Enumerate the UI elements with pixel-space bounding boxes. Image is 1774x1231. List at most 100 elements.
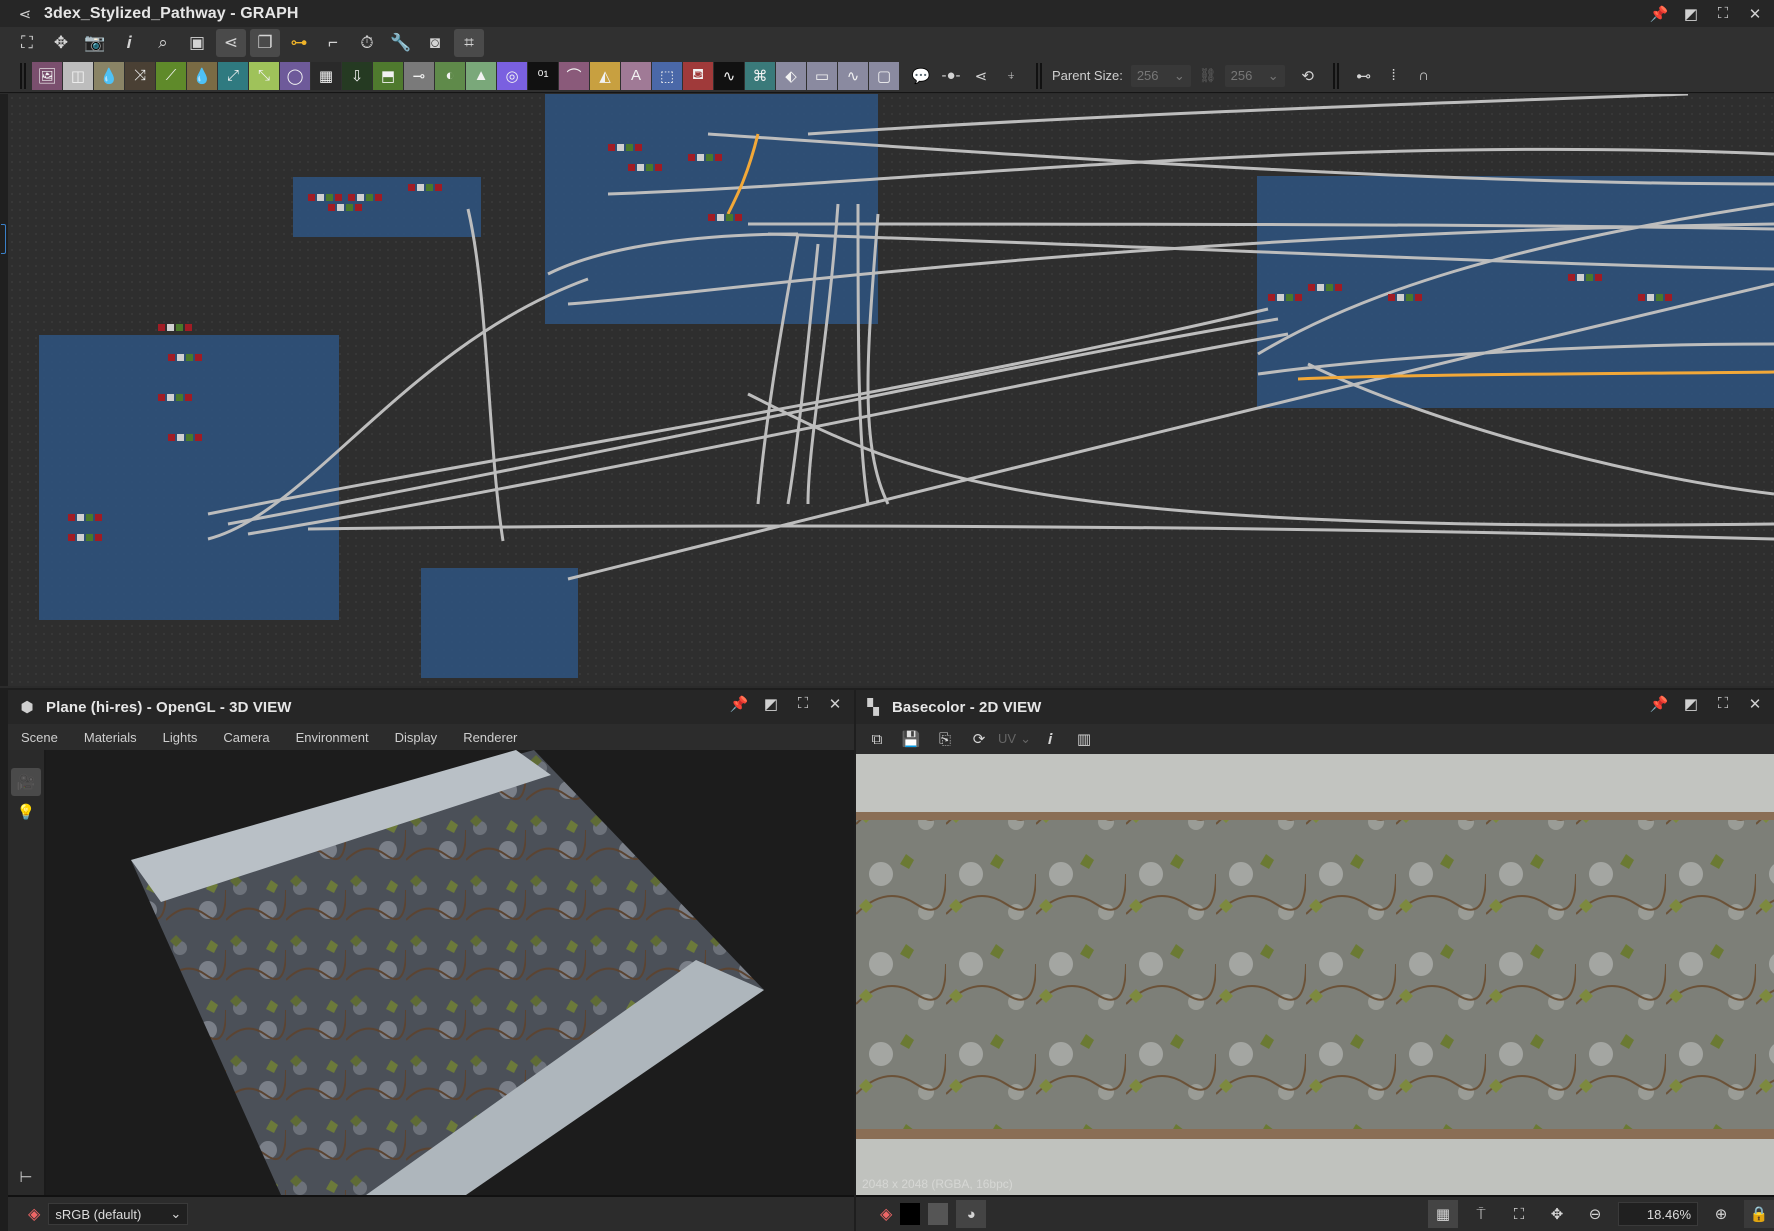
node-port[interactable]	[68, 514, 75, 521]
node-port[interactable]	[326, 194, 333, 201]
toolbar-grip[interactable]	[20, 62, 26, 89]
levels-icon[interactable]: 💧	[187, 61, 217, 90]
maximize-icon[interactable]: ⛶	[1714, 5, 1732, 23]
fill-value-icon[interactable]: ⬖	[776, 61, 806, 90]
curve-icon[interactable]: ⟋	[156, 61, 186, 90]
pin-icon[interactable]: 📌	[730, 695, 749, 713]
2d-viewport[interactable]: 2048 x 2048 (RGBA, 16bpc)	[856, 754, 1774, 1195]
node-port[interactable]	[1268, 294, 1275, 301]
node-port[interactable]	[317, 194, 324, 201]
node-port[interactable]	[426, 184, 433, 191]
node-port[interactable]	[177, 354, 184, 361]
node-port[interactable]	[357, 194, 364, 201]
channel-view-icon[interactable]: ◕	[956, 1200, 987, 1228]
maximize-icon[interactable]: ⛶	[1714, 695, 1732, 713]
node-port[interactable]	[328, 204, 335, 211]
node-port[interactable]	[375, 194, 382, 201]
timer-icon[interactable]: ⏱	[352, 29, 382, 57]
float-icon[interactable]: ◩	[1682, 695, 1700, 713]
node-port[interactable]	[628, 164, 635, 171]
comment-icon[interactable]: 💬	[906, 62, 936, 90]
node-port[interactable]	[195, 434, 202, 441]
align-horizontal-icon[interactable]: ⊷	[1349, 62, 1379, 90]
frames-icon[interactable]: ❐	[250, 29, 280, 57]
colorspace-select[interactable]: sRGB (default) ⌄	[48, 1203, 189, 1225]
node-port[interactable]	[706, 154, 713, 161]
node-port[interactable]	[408, 184, 415, 191]
node-port[interactable]	[348, 194, 355, 201]
close-icon[interactable]: ✕	[1746, 5, 1764, 23]
gradient-map-icon[interactable]: ⤡	[249, 61, 279, 90]
node-port[interactable]	[1568, 274, 1575, 281]
node-port[interactable]	[185, 394, 192, 401]
node-port[interactable]	[655, 164, 662, 171]
shape-icon[interactable]: ◯	[280, 61, 310, 90]
node-port[interactable]	[1656, 294, 1663, 301]
pin-node-icon[interactable]: ⍖	[996, 62, 1026, 90]
tools-wrench-icon[interactable]: 🔧	[386, 29, 416, 57]
light-bulb-icon[interactable]: 💡	[11, 798, 41, 826]
color-channels-icon[interactable]: ◈	[880, 1204, 892, 1224]
node-port[interactable]	[177, 434, 184, 441]
graph-canvas[interactable]	[8, 94, 1774, 686]
node-port[interactable]	[1397, 294, 1404, 301]
fill-icon[interactable]: ⛾	[683, 61, 713, 90]
node-port[interactable]	[77, 534, 84, 541]
node-port[interactable]	[1586, 274, 1593, 281]
copy-icon[interactable]: ⎘	[930, 725, 960, 753]
pixel-processor-icon[interactable]: ⊸	[404, 61, 434, 90]
node-port[interactable]	[186, 354, 193, 361]
gradient-value-icon[interactable]: ▭	[807, 61, 837, 90]
output-node-icon[interactable]: ⬒	[373, 61, 403, 90]
crop-icon[interactable]: ⬚	[652, 61, 682, 90]
pin-icon[interactable]: 📌	[1650, 5, 1669, 23]
tiling-icon[interactable]: ⍑	[1466, 1200, 1496, 1228]
node-port[interactable]	[68, 534, 75, 541]
node-port[interactable]	[158, 394, 165, 401]
tile-generator-icon[interactable]: ▦	[311, 61, 341, 90]
color-channels-icon[interactable]: ◈	[28, 1204, 40, 1224]
voronoi-icon[interactable]: ⌘	[745, 61, 775, 90]
node-port[interactable]	[1286, 294, 1293, 301]
node-port[interactable]	[1595, 274, 1602, 281]
noise-01-icon[interactable]: ⁰¹	[528, 61, 558, 90]
mirror-icon[interactable]: ◭	[590, 61, 620, 90]
parent-size-height-select[interactable]: 256 ⌄	[1224, 64, 1285, 87]
node-port[interactable]	[185, 324, 192, 331]
node-port[interactable]	[417, 184, 424, 191]
pin-icon[interactable]: 📌	[1650, 695, 1669, 713]
node-port[interactable]	[308, 194, 315, 201]
node-port[interactable]	[635, 144, 642, 151]
node-port[interactable]	[176, 394, 183, 401]
node-port[interactable]	[1388, 294, 1395, 301]
actual-size-icon[interactable]: ✥	[46, 29, 76, 57]
maximize-icon[interactable]: ⛶	[794, 695, 812, 713]
node-port[interactable]	[697, 154, 704, 161]
node-port[interactable]	[1335, 284, 1342, 291]
node-port[interactable]	[86, 534, 93, 541]
node-port[interactable]	[637, 164, 644, 171]
zoom-in-icon[interactable]: ⊕	[1706, 1200, 1736, 1228]
function-01-icon[interactable]: ∿	[714, 61, 744, 90]
input-node-icon[interactable]: ⇩	[342, 61, 372, 90]
gray-swatch[interactable]	[928, 1203, 949, 1225]
node-port[interactable]	[626, 144, 633, 151]
menu-renderer[interactable]: Renderer	[463, 730, 517, 745]
node-port[interactable]	[1277, 294, 1284, 301]
close-icon[interactable]: ✕	[826, 695, 844, 713]
node-port[interactable]	[158, 324, 165, 331]
node-port[interactable]	[186, 434, 193, 441]
align-vertical-icon[interactable]: ⁞	[1379, 62, 1409, 90]
menu-materials[interactable]: Materials	[84, 730, 137, 745]
link-icon[interactable]: ⛓	[1199, 67, 1217, 84]
align-nodes-icon[interactable]: ▣	[182, 29, 212, 57]
node-port[interactable]	[168, 434, 175, 441]
side-tab[interactable]	[1, 224, 6, 254]
float-icon[interactable]: ◩	[762, 695, 780, 713]
text-icon[interactable]: A	[621, 61, 651, 90]
snap-magnet-icon[interactable]: ∩	[1409, 62, 1439, 90]
graph-layout-icon[interactable]: ⋖	[216, 29, 246, 57]
grayscale-icon[interactable]: ◐	[435, 61, 465, 90]
menu-camera[interactable]: Camera	[223, 730, 269, 745]
uniform-color-icon[interactable]: 💧	[94, 61, 124, 90]
